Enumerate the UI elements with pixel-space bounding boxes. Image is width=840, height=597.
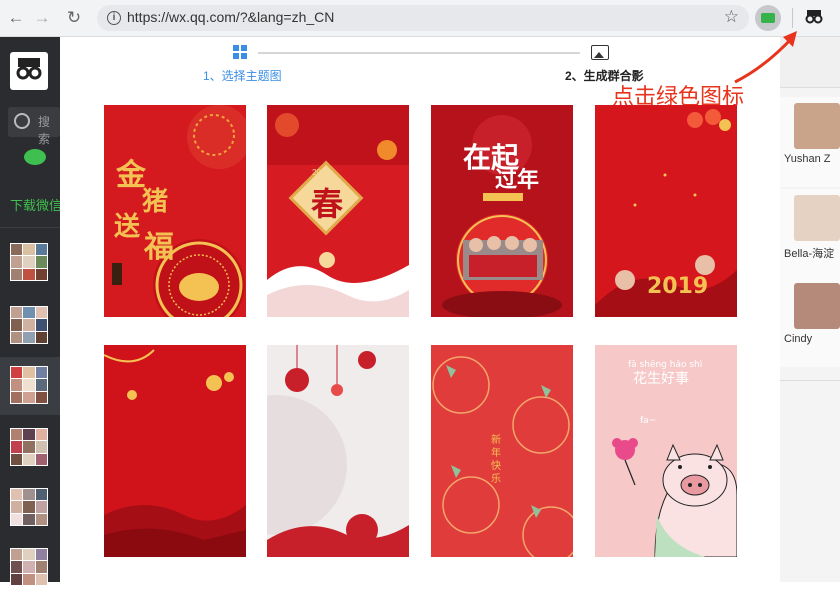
contact-name: Cindy	[784, 333, 813, 345]
svg-text:新: 新	[491, 433, 501, 446]
image-icon[interactable]	[591, 45, 609, 60]
browser-toolbar: ← → ↻ i https://wx.qq.com/?&lang=zh_CN ☆	[0, 0, 840, 37]
group-avatar	[10, 548, 48, 586]
chat-list-item[interactable]	[0, 539, 60, 597]
contact-name: Yushan Z	[784, 153, 831, 165]
red-arrow-annotation	[734, 31, 797, 84]
theme-family-image: 在起 过年	[431, 105, 573, 317]
svg-text:猪: 猪	[142, 187, 168, 217]
toolbar-divider	[792, 8, 793, 28]
theme-red-celebration-image: 2019	[595, 105, 737, 317]
svg-text:乐: 乐	[491, 473, 501, 485]
url-text[interactable]: https://wx.qq.com/?&lang=zh_CN	[127, 9, 334, 25]
step-1-label[interactable]: 1、选择主题图	[203, 67, 282, 84]
svg-text:2019: 2019	[312, 168, 330, 177]
group-avatar	[10, 428, 48, 466]
download-wechat-link[interactable]: 下载微信	[10, 195, 62, 214]
arrow-left-icon[interactable]: ←	[4, 6, 28, 30]
user-avatar[interactable]	[10, 52, 48, 90]
arrow-right-icon[interactable]: →	[30, 6, 54, 30]
contact-card[interactable]: Bella-海淀	[780, 189, 840, 279]
reload-icon[interactable]: ↻	[62, 6, 86, 30]
glasses-avatar-icon	[16, 58, 42, 80]
theme-spring-image: 春 2019	[267, 105, 409, 317]
svg-text:过年: 过年	[495, 167, 539, 193]
grid-icon[interactable]	[233, 45, 247, 59]
svg-text:fā shēng hǎo shì: fā shēng hǎo shì	[628, 360, 702, 370]
theme-card[interactable]: 金 猪 送 福	[104, 105, 246, 317]
svg-text:福: 福	[143, 230, 174, 265]
contact-avatar	[794, 103, 840, 149]
contact-card[interactable]: Yushan Z	[780, 97, 840, 187]
theme-white-papercut-image	[267, 345, 409, 557]
theme-card[interactable]: 在起 过年	[431, 105, 573, 317]
theme-golden-pig-image: 金 猪 送 福	[104, 105, 246, 317]
theme-card[interactable]: 新 年 快 乐	[431, 345, 573, 557]
contact-search-input[interactable]: 搜索	[8, 107, 60, 146]
theme-pink-pig-pattern-image: 新 年 快 乐	[431, 345, 573, 557]
theme-card[interactable]	[104, 345, 246, 557]
address-bar[interactable]: i https://wx.qq.com/?&lang=zh_CN ☆	[97, 5, 749, 31]
search-placeholder: 搜索	[38, 115, 51, 146]
contacts-panel: Yushan Z Bella-海淀 Cindy	[780, 37, 840, 582]
chat-list-item[interactable]	[0, 479, 60, 537]
sidebar-divider	[0, 227, 60, 228]
group-avatar	[10, 306, 48, 344]
svg-text:年: 年	[491, 446, 501, 459]
theme-red-lanterns-image	[104, 345, 246, 557]
group-avatar	[10, 366, 48, 404]
contact-avatar	[794, 195, 840, 241]
contact-card[interactable]: Cindy	[780, 277, 840, 367]
theme-card[interactable]	[267, 345, 409, 557]
svg-text:快: 快	[491, 460, 501, 472]
contacts-divider	[780, 380, 840, 381]
svg-text:2019: 2019	[647, 274, 708, 299]
info-icon[interactable]: i	[107, 11, 121, 25]
theme-cartoon-pig-image: fā shēng hǎo shì 花生好事 fa~	[595, 345, 737, 557]
search-icon	[14, 113, 30, 129]
contact-name: Bella-海淀	[784, 248, 835, 260]
svg-text:送: 送	[114, 212, 140, 242]
glasses-avatar-icon[interactable]	[804, 8, 824, 28]
star-icon[interactable]: ☆	[724, 7, 739, 27]
chat-list-item[interactable]	[0, 297, 60, 355]
theme-card[interactable]: fā shēng hǎo shì 花生好事 fa~	[595, 345, 737, 557]
wechat-sidebar: 搜索 下载微信	[0, 37, 62, 586]
group-avatar	[10, 243, 48, 281]
svg-text:fa~: fa~	[640, 416, 656, 426]
group-avatar	[10, 488, 48, 526]
svg-text:花生好事: 花生好事	[633, 371, 689, 387]
svg-text:春: 春	[311, 185, 343, 223]
chat-list-item[interactable]	[0, 419, 60, 477]
green-extension-icon	[761, 13, 775, 23]
theme-card[interactable]: 2019	[595, 105, 737, 317]
chat-list-item-selected[interactable]	[0, 357, 60, 415]
group-photo-modal: 1、选择主题图 2、生成群合影 点击绿色图标 金 猪 送 福 春 2019 在起…	[60, 31, 797, 582]
chat-bubble-icon[interactable]	[24, 149, 46, 165]
step-progress-line	[258, 52, 580, 54]
theme-card[interactable]: 春 2019	[267, 105, 409, 317]
contact-avatar	[794, 283, 840, 329]
chat-list-item[interactable]	[0, 234, 60, 292]
